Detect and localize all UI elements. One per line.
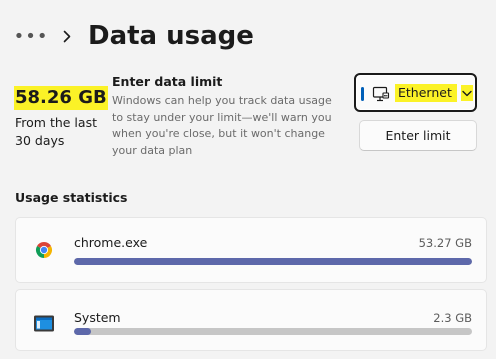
enter-limit-button[interactable]: Enter limit	[359, 120, 477, 151]
more-options-button[interactable]: •••	[13, 21, 49, 51]
network-selector[interactable]: Ethernet	[354, 73, 477, 112]
app-usage-row-chrome: chrome.exe 53.27 GB	[15, 217, 487, 283]
app-usage-row-system: System 2.3 GB	[15, 289, 487, 351]
usage-statistics-heading: Usage statistics	[15, 190, 128, 205]
data-limit-description: Windows can help you track data usage to…	[112, 94, 332, 157]
selection-indicator	[361, 87, 364, 101]
more-icon: •••	[13, 25, 49, 47]
chrome-icon	[32, 238, 56, 262]
usage-bar	[74, 258, 472, 265]
usage-bar-fill	[74, 328, 92, 335]
usage-period-caption: From the last 30 days	[15, 115, 97, 148]
app-name: chrome.exe	[74, 235, 148, 250]
app-usage-amount: 53.27 GB	[418, 236, 472, 250]
usage-bar-fill	[74, 258, 472, 265]
system-icon	[32, 312, 56, 336]
ethernet-icon	[372, 86, 390, 102]
usage-bar	[74, 328, 472, 335]
page-title: Data usage	[88, 21, 254, 51]
app-name: System	[74, 310, 121, 325]
breadcrumb-chevron-icon	[60, 30, 74, 43]
data-limit-title: Enter data limit	[112, 74, 223, 89]
chevron-down-icon	[461, 85, 473, 101]
network-selected-label: Ethernet	[395, 84, 457, 102]
app-usage-amount: 2.3 GB	[433, 311, 472, 325]
page-header: ••• Data usage	[13, 18, 254, 54]
total-usage-value: 58.26 GB	[14, 86, 108, 110]
